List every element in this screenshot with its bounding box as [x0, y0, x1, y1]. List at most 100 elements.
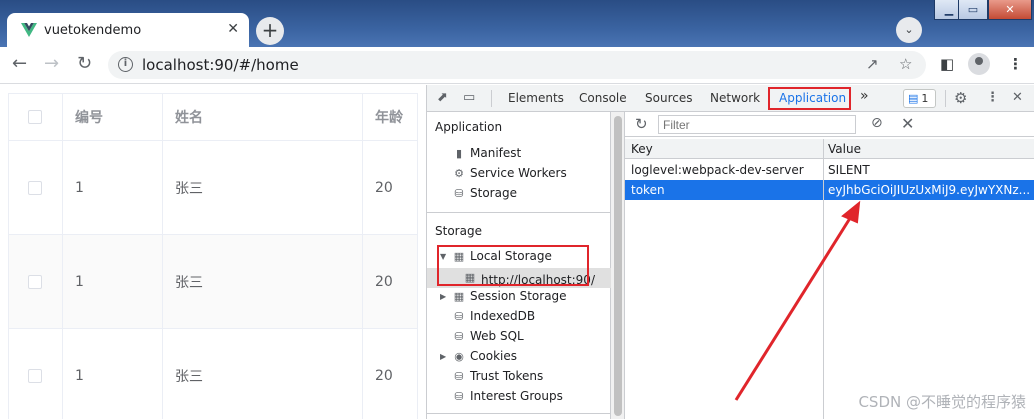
header-name[interactable]: 姓名: [162, 93, 362, 140]
scrollbar-thumb[interactable]: [614, 116, 622, 416]
new-tab-button[interactable]: +: [256, 17, 284, 45]
database-icon: ⛁: [454, 330, 464, 343]
sidebar-item-manifest[interactable]: ▮ Manifest: [452, 146, 521, 160]
data-table: 编号 姓名 年龄 1 张三 20 1 张三 20 1 张三 20: [8, 93, 418, 419]
tab-search-chevron-icon[interactable]: ⌄: [896, 17, 922, 43]
sidebar-item-trust-tokens[interactable]: ⛁ Trust Tokens: [452, 369, 543, 383]
sidebar-scrollbar[interactable]: [611, 112, 625, 419]
refresh-icon[interactable]: ↻: [635, 115, 648, 133]
row-checkbox[interactable]: [28, 368, 42, 383]
cell-age: 20: [362, 329, 418, 419]
cookie-icon: ◉: [454, 350, 464, 363]
page-content: 编号 姓名 年龄 1 张三 20 1 张三 20 1 张三 20: [0, 85, 426, 419]
sidebar-item-web-sql[interactable]: ⛁ Web SQL: [452, 329, 524, 343]
devtools-tabbar: ⬈ ▭ Elements Console Sources Network App…: [427, 85, 1034, 112]
watermark: CSDN @不睡觉的程序猿: [858, 393, 1026, 411]
collapsed-arrow-icon[interactable]: ▶: [440, 352, 446, 361]
sidebar-item-cookies[interactable]: ◉ Cookies: [452, 349, 517, 363]
sidebar-item-label: Cookies: [470, 349, 517, 363]
tab-elements[interactable]: Elements: [508, 91, 564, 105]
gear-icon: ⚙: [454, 167, 464, 180]
sidebar-item-label: Web SQL: [470, 329, 524, 343]
sidebar-item-session-storage[interactable]: ▦ Session Storage: [452, 289, 567, 303]
devtools-menu-icon[interactable]: ⋮: [986, 90, 999, 105]
tab-network[interactable]: Network: [710, 91, 760, 105]
table-grid-icon: ▦: [453, 290, 465, 303]
kv-row-selected[interactable]: token eyJhbGciOiJIUzUxMiJ9.eyJwYXNz...: [625, 180, 1034, 200]
close-devtools-icon[interactable]: ✕: [1012, 90, 1023, 105]
application-sidebar: Application ▮ Manifest ⚙ Service Workers ⛁…: [427, 112, 611, 419]
reload-icon[interactable]: ↻: [77, 53, 92, 74]
sidebar-item-label: Trust Tokens: [470, 369, 544, 383]
clear-all-icon[interactable]: ⊘: [871, 115, 883, 131]
close-window-button[interactable]: ✕: [988, 0, 1032, 20]
profile-avatar-icon[interactable]: [968, 53, 990, 75]
bookmark-star-icon[interactable]: ☆: [899, 55, 912, 73]
browser-menu-icon[interactable]: ⋮: [1008, 55, 1023, 73]
row-checkbox[interactable]: [28, 274, 42, 289]
storage-view: ↻ ⊘ ✕ Key Value loglevel:webpack-dev-ser…: [625, 112, 1034, 419]
tab-console[interactable]: Console: [579, 91, 627, 105]
maximize-button[interactable]: ▭: [958, 0, 988, 20]
cell-name: 张三: [162, 141, 362, 234]
divider: [427, 413, 611, 414]
kv-header: Key Value: [625, 139, 1034, 159]
settings-gear-icon[interactable]: ⚙: [954, 89, 967, 107]
table-row[interactable]: 1 张三 20: [8, 329, 418, 419]
key-value-table: Key Value loglevel:webpack-dev-server SI…: [625, 139, 1034, 419]
database-icon: ⛁: [454, 370, 464, 383]
share-icon[interactable]: ↗: [866, 55, 879, 73]
storage-toolbar: ↻ ⊘ ✕: [625, 112, 1034, 137]
table-row[interactable]: 1 张三 20: [8, 141, 418, 235]
divider: [427, 212, 611, 213]
section-storage: Storage: [435, 224, 482, 238]
site-info-icon[interactable]: i: [118, 57, 133, 72]
row-checkbox[interactable]: [28, 180, 42, 195]
table-row[interactable]: 1 张三 20: [8, 235, 418, 329]
cell-id: 1: [62, 329, 162, 419]
sidebar-item-storage[interactable]: ⛁ Storage: [452, 186, 517, 200]
sidebar-item-service-workers[interactable]: ⚙ Service Workers: [452, 166, 567, 180]
sidebar-item-label: Manifest: [470, 146, 522, 160]
side-panel-icon[interactable]: ◧: [940, 55, 954, 73]
issues-badge[interactable]: ▤ 1: [903, 89, 936, 108]
file-icon: ▮: [455, 147, 463, 160]
address-bar[interactable]: i localhost:90/#/home ↗ ☆: [108, 51, 926, 79]
cell-name: 张三: [162, 235, 362, 328]
inspect-element-icon[interactable]: ⬈: [437, 90, 448, 105]
issues-count: 1: [921, 92, 929, 105]
tab-close-icon[interactable]: ✕: [227, 21, 239, 37]
tab-title: vuetokendemo: [44, 23, 142, 38]
kv-value: SILENT: [828, 163, 870, 177]
kv-row[interactable]: loglevel:webpack-dev-server SILENT: [625, 160, 1034, 180]
browser-toolbar: ← → ↻ i localhost:90/#/home ↗ ☆ ◧ ⋮: [0, 47, 1034, 84]
sidebar-item-interest-groups[interactable]: ⛁ Interest Groups: [452, 389, 562, 403]
header-age[interactable]: 年龄: [362, 93, 418, 140]
filter-input[interactable]: [658, 115, 856, 134]
forward-arrow-icon[interactable]: →: [44, 53, 59, 74]
url-text[interactable]: localhost:90/#/home: [142, 56, 299, 74]
select-all-checkbox[interactable]: [28, 109, 42, 124]
cell-id: 1: [62, 235, 162, 328]
sidebar-item-label: Storage: [470, 186, 517, 200]
section-application: Application: [435, 120, 503, 134]
column-key[interactable]: Key: [631, 142, 653, 156]
delete-selected-icon[interactable]: ✕: [901, 114, 914, 133]
sidebar-item-label: IndexedDB: [470, 309, 536, 323]
issues-icon: ▤: [908, 92, 919, 105]
database-icon: ⛁: [454, 187, 464, 200]
browser-tab[interactable]: vuetokendemo ✕: [7, 13, 249, 47]
cell-age: 20: [362, 235, 418, 328]
more-tabs-icon[interactable]: »: [860, 88, 869, 104]
annotation-box-local-storage: [437, 245, 589, 286]
back-arrow-icon[interactable]: ←: [12, 53, 27, 74]
sidebar-item-label: Service Workers: [470, 166, 567, 180]
vue-logo-icon: [21, 23, 37, 37]
header-id[interactable]: 编号: [62, 93, 162, 140]
tab-sources[interactable]: Sources: [645, 91, 692, 105]
device-toolbar-icon[interactable]: ▭: [463, 90, 475, 105]
collapsed-arrow-icon[interactable]: ▶: [440, 292, 446, 301]
sidebar-item-label: Session Storage: [470, 289, 567, 303]
sidebar-item-indexeddb[interactable]: ⛁ IndexedDB: [452, 309, 535, 323]
column-value[interactable]: Value: [828, 142, 861, 156]
